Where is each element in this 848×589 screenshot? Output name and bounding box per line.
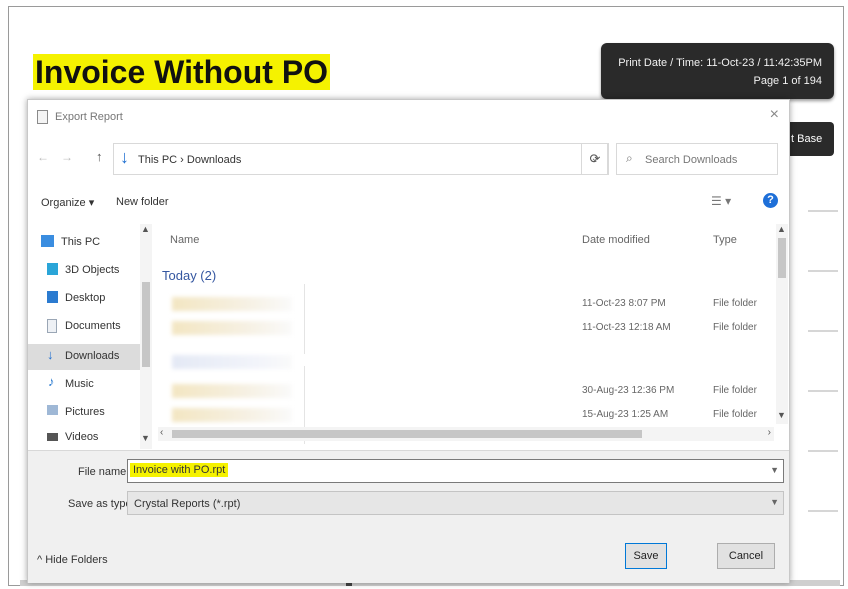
folder-icon xyxy=(172,297,292,311)
search-placeholder: Search Downloads xyxy=(645,154,738,166)
tree-item-videos[interactable]: Videos xyxy=(41,428,151,449)
pictures-icon xyxy=(47,405,58,415)
scroll-down-icon[interactable]: ▼ xyxy=(777,410,786,420)
tree-item-this-pc[interactable]: This PC xyxy=(41,230,151,256)
side-tab-label: t Base xyxy=(791,133,823,145)
file-row[interactable]: 11-Oct-23 12:18 AM File folder xyxy=(158,317,758,341)
desktop-icon xyxy=(47,291,58,303)
tree-scrollbar[interactable]: ▲ ▼ xyxy=(140,224,152,449)
print-date-text: Print Date / Time: 11-Oct-23 / 11:42:35P… xyxy=(618,57,822,69)
page-count-text: Page 1 of 194 xyxy=(753,75,822,87)
new-folder-button[interactable]: New folder xyxy=(116,196,169,208)
forward-arrow-icon[interactable]: → xyxy=(61,150,73,164)
report-title: Invoice Without PO xyxy=(33,54,331,90)
file-name-label: File name: xyxy=(78,466,130,478)
search-input[interactable]: ⌕ Search Downloads xyxy=(616,143,778,175)
document-icon xyxy=(47,319,57,333)
address-path[interactable]: This PC › Downloads xyxy=(138,154,241,166)
dialog-title: Export Report xyxy=(55,111,123,123)
dialog-titlebar[interactable]: Export Report × xyxy=(28,100,789,134)
print-info-box: Print Date / Time: 11-Oct-23 / 11:42:35P… xyxy=(601,43,834,99)
file-row[interactable]: 15-Aug-23 1:25 AM File folder xyxy=(158,404,758,428)
blurred-label xyxy=(172,355,292,369)
refresh-icon[interactable]: ⟳ xyxy=(581,143,609,175)
group-header-today[interactable]: Today (2) xyxy=(162,268,216,283)
search-icon: ⌕ xyxy=(626,151,633,165)
tree-item-music[interactable]: ♪ Music xyxy=(41,372,151,398)
file-name-field[interactable]: Invoice with PO.rpt ▼ xyxy=(127,459,784,483)
tree-item-3d-objects[interactable]: 3D Objects xyxy=(41,258,151,284)
computer-icon xyxy=(41,235,54,247)
save-type-value: Crystal Reports (*.rpt) xyxy=(134,498,241,510)
list-scroll-thumb[interactable] xyxy=(778,238,786,278)
scroll-down-icon[interactable]: ▼ xyxy=(141,433,150,443)
tree-scroll-thumb[interactable] xyxy=(142,282,150,367)
group-header-blurred[interactable] xyxy=(158,351,758,375)
tree-item-pictures[interactable]: Pictures xyxy=(41,400,151,426)
horizontal-scroll-thumb[interactable] xyxy=(172,430,642,438)
tree-item-documents[interactable]: Documents xyxy=(41,314,151,340)
export-report-dialog: Export Report × ← → ↑ ↓ This PC › Downlo… xyxy=(27,99,790,583)
address-bar[interactable]: ↓ This PC › Downloads ⌄ xyxy=(113,143,608,175)
tree-item-downloads[interactable]: ↓ Downloads xyxy=(28,344,152,370)
download-icon: ↓ xyxy=(47,347,54,362)
cube-icon xyxy=(47,263,58,275)
background-report-rows xyxy=(790,210,844,550)
hide-folders-toggle[interactable]: ^ Hide Folders xyxy=(37,554,108,566)
cancel-button[interactable]: Cancel xyxy=(717,543,775,569)
video-icon xyxy=(47,433,58,441)
save-button[interactable]: Save xyxy=(625,543,667,569)
organize-menu[interactable]: Organize ▾ xyxy=(41,196,94,209)
scroll-up-icon[interactable]: ▲ xyxy=(141,224,150,234)
scroll-up-icon[interactable]: ▲ xyxy=(777,224,786,234)
address-row: ← → ↑ ↓ This PC › Downloads ⌄ ⟳ ⌕ Search… xyxy=(28,141,789,177)
column-header-date[interactable]: Date modified xyxy=(582,234,650,246)
report-file-icon xyxy=(37,110,48,124)
tree-item-desktop[interactable]: Desktop xyxy=(41,286,151,312)
dialog-toolbar: Organize ▾ New folder ☰ ▾ ? xyxy=(28,188,789,216)
close-icon[interactable]: × xyxy=(770,106,779,124)
download-arrow-icon: ↓ xyxy=(120,147,129,167)
navigation-tree: This PC 3D Objects Desktop Documents ↓ D… xyxy=(28,224,152,449)
scroll-right-icon[interactable]: › xyxy=(768,427,771,438)
file-list: Name Date modified Type Today (2) 11-Oct… xyxy=(158,224,778,444)
back-arrow-icon[interactable]: ← xyxy=(37,150,49,164)
music-icon: ♪ xyxy=(48,374,55,389)
hide-folders-label: Hide Folders xyxy=(45,554,108,566)
column-header-type[interactable]: Type xyxy=(713,234,737,246)
help-icon[interactable]: ? xyxy=(763,193,778,208)
folder-icon xyxy=(172,408,292,422)
save-type-label: Save as type: xyxy=(68,498,135,510)
folder-icon xyxy=(172,321,292,335)
scroll-left-icon[interactable]: ‹ xyxy=(160,427,163,438)
up-arrow-icon[interactable]: ↑ xyxy=(96,149,103,164)
chevron-down-icon[interactable]: ▼ xyxy=(770,465,779,475)
chevron-down-icon[interactable]: ▼ xyxy=(770,497,779,507)
file-row[interactable]: 11-Oct-23 8:07 PM File folder xyxy=(158,293,758,317)
file-row[interactable]: 30-Aug-23 12:36 PM File folder xyxy=(158,380,758,404)
file-name-value: Invoice with PO.rpt xyxy=(130,463,229,477)
column-header-name[interactable]: Name xyxy=(170,234,199,246)
horizontal-scrollbar[interactable]: ‹ › xyxy=(158,427,774,441)
list-scrollbar[interactable]: ▲ ▼ xyxy=(776,224,788,424)
save-type-select[interactable]: Crystal Reports (*.rpt) ▼ xyxy=(127,491,784,515)
save-panel: File name: Invoice with PO.rpt ▼ Save as… xyxy=(28,450,789,583)
view-options-icon[interactable]: ☰ ▾ xyxy=(711,194,731,208)
folder-icon xyxy=(172,384,292,398)
